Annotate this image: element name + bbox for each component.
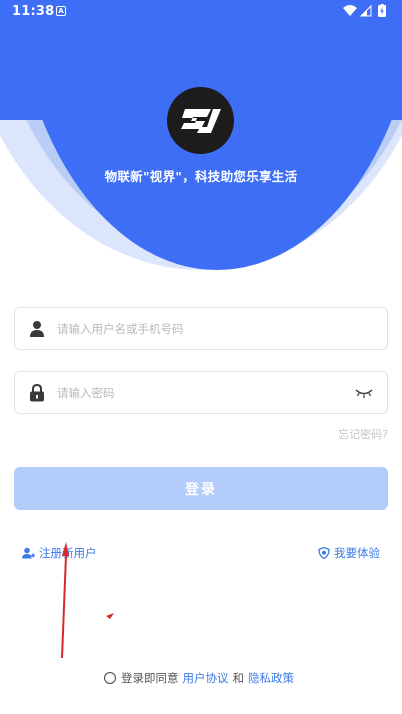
status-icons [342, 4, 392, 22]
username-input[interactable] [57, 308, 357, 349]
agreement-radio[interactable] [104, 672, 116, 684]
notification-icon: A [56, 6, 66, 16]
user-agreement-link[interactable]: 用户协议 [183, 670, 229, 686]
wifi-signal-battery-icon [343, 4, 386, 17]
username-field-container [14, 307, 388, 350]
register-link[interactable]: 注册新用户 [22, 545, 97, 561]
login-button[interactable]: 登录 [14, 467, 388, 510]
forgot-password-link[interactable]: 忘记密码? [338, 426, 388, 442]
agreement-row: 登录即同意 用户协议 和 隐私政策 [0, 670, 402, 686]
eye-closed-icon[interactable] [355, 387, 373, 399]
annotation-arrow-line [61, 554, 67, 659]
agreement-prefix: 登录即同意 [121, 671, 179, 685]
status-time: 11:38 [12, 4, 55, 19]
password-field-container [14, 371, 388, 414]
annotation-triangle-mark [106, 613, 114, 619]
user-icon [30, 321, 44, 337]
lock-icon [30, 384, 44, 402]
add-user-icon [22, 547, 35, 559]
agreement-conjunction: 和 [232, 671, 245, 685]
status-bar: 11:38 A [0, 0, 402, 24]
trial-link[interactable]: 我要体验 [318, 545, 380, 561]
trial-link-label: 我要体验 [334, 546, 380, 560]
shield-icon [318, 547, 330, 559]
app-logo [167, 87, 234, 154]
register-link-label: 注册新用户 [39, 546, 97, 560]
privacy-policy-link[interactable]: 隐私政策 [248, 670, 294, 686]
slogan-text: 物联新"视界"，科技助您乐享生活 [104, 169, 298, 184]
password-input[interactable] [57, 372, 357, 413]
login-screen: 11:38 A 物联新"视界"，科技助您乐享生活 请输入用户名或手机号码 忘记密… [0, 0, 402, 714]
logo-mark-icon [181, 109, 221, 133]
